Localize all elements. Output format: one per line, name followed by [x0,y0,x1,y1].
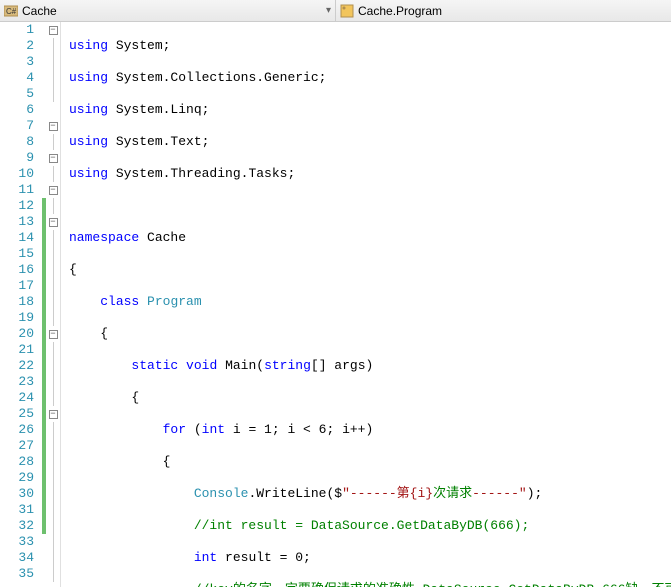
class-icon [340,4,354,18]
scope-label: Cache [22,4,57,18]
csharp-icon: C# [4,4,18,18]
fold-toggle[interactable]: − [49,218,58,227]
line-numbers: 12345 678910 1112131415 1617181920 21222… [0,22,42,587]
member-label: Cache.Program [358,4,442,18]
svg-text:C#: C# [6,7,17,16]
gutter: 12345 678910 1112131415 1617181920 21222… [0,22,61,587]
fold-column: − − − − − − − [46,22,60,587]
fold-toggle[interactable]: − [49,186,58,195]
fold-toggle[interactable]: − [49,26,58,35]
member-dropdown[interactable]: Cache.Program [336,0,671,21]
chevron-down-icon[interactable]: ▾ [326,5,331,16]
fold-toggle[interactable]: − [49,154,58,163]
fold-toggle[interactable]: − [49,410,58,419]
fold-toggle[interactable]: − [49,122,58,131]
code-editor[interactable]: 12345 678910 1112131415 1617181920 21222… [0,22,671,587]
scope-dropdown[interactable]: C# Cache ▾ [0,0,336,21]
fold-toggle[interactable]: − [49,330,58,339]
code-content[interactable]: using System; using System.Collections.G… [61,22,671,587]
navigation-bar: C# Cache ▾ Cache.Program [0,0,671,22]
